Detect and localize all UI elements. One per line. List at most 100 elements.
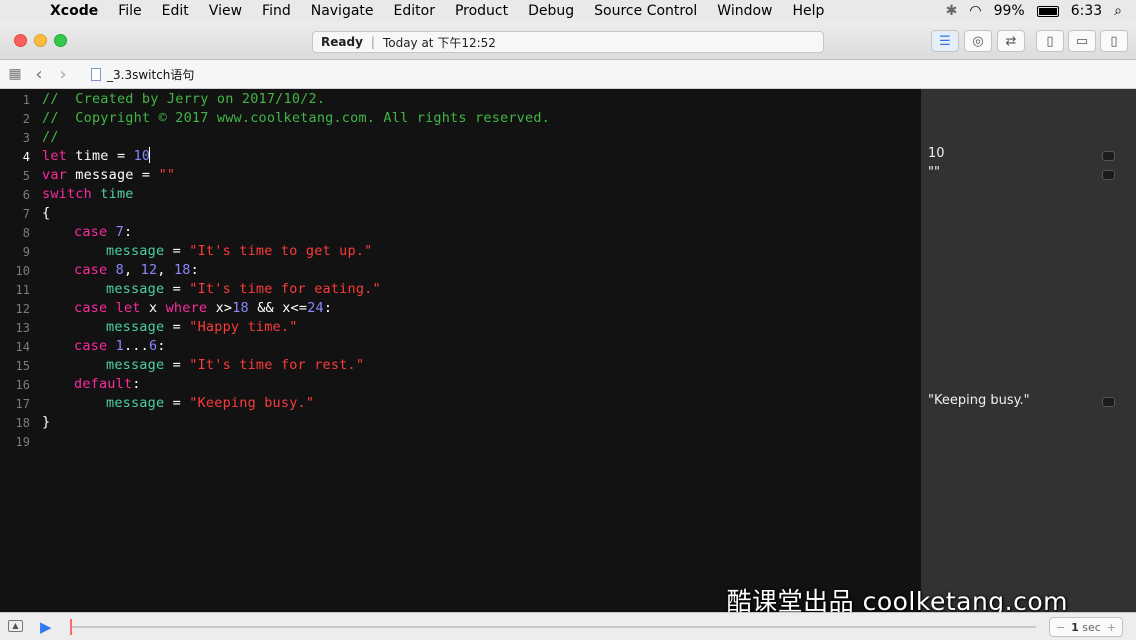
zoom-window-button[interactable]: [54, 34, 67, 47]
status-area: ✱ ◠ 99% 6:33 ⌕: [946, 0, 1136, 22]
close-window-button[interactable]: [14, 34, 27, 47]
line-number: 15: [15, 359, 30, 373]
assistant-editor-button[interactable]: ◎: [964, 30, 992, 52]
line-number: 17: [15, 397, 30, 411]
forward-chevron-icon[interactable]: ›: [51, 64, 75, 85]
menu-xcode[interactable]: Xcode: [40, 3, 108, 19]
timeline-track[interactable]: [70, 626, 1036, 628]
code-line: case 7:: [74, 224, 133, 240]
timeline-scrubber[interactable]: [70, 619, 72, 635]
code-line: // Copyright © 2017 www.coolketang.com. …: [42, 110, 550, 126]
menu-window[interactable]: Window: [707, 3, 782, 19]
result-line-5[interactable]: "": [928, 165, 940, 180]
code-line: message = "Keeping busy.": [106, 395, 315, 411]
line-number: 3: [22, 131, 30, 145]
stepper-decrement[interactable]: −: [1056, 621, 1065, 634]
battery-percent[interactable]: 99%: [994, 3, 1025, 19]
line-number: 6: [22, 188, 30, 202]
minimize-window-button[interactable]: [34, 34, 47, 47]
code-editor[interactable]: 1 2 3 4 5 6 7 8 9 10 11 12 13 14 15 16 17 18 19 // Created…: [0, 89, 921, 612]
swift-file-icon: [91, 67, 101, 81]
back-chevron-icon[interactable]: ‹: [27, 64, 51, 85]
window-toolbar: Ready | Today at 下午12:52 ☰ ◎ ⇄ ▯ ▭ ▯: [0, 22, 1136, 60]
code-line: message = "Happy time.": [106, 319, 298, 335]
result-line-17[interactable]: "Keeping busy.": [928, 393, 1030, 408]
menu-edit[interactable]: Edit: [152, 3, 199, 19]
status-time: Today at 下午12:52: [382, 35, 496, 50]
line-number: 18: [15, 416, 30, 430]
code-line: //: [42, 129, 59, 145]
jump-bar: ▦ ‹ › _3.3switch语句: [0, 60, 1136, 89]
menu-source-control[interactable]: Source Control: [584, 3, 707, 19]
code-line: }: [42, 414, 51, 430]
breadcrumb-file[interactable]: _3.3switch语句: [107, 66, 194, 83]
menu-bar: Xcode File Edit View Find Navigate Edito…: [0, 0, 1136, 22]
clock[interactable]: 6:33: [1071, 3, 1102, 19]
arrows-icon: ⇄: [1005, 33, 1017, 49]
line-number: 7: [22, 207, 30, 221]
text-cursor: [149, 147, 150, 163]
quick-look-icon[interactable]: [1102, 151, 1115, 161]
menu-debug[interactable]: Debug: [518, 3, 584, 19]
line-number: 19: [15, 435, 30, 449]
toggle-utilities-button[interactable]: ▯: [1100, 30, 1128, 52]
run-delay-stepper[interactable]: − 1 sec +: [1049, 617, 1123, 637]
line-number: 12: [15, 302, 30, 316]
line-number: 4: [22, 150, 30, 164]
line-number: 5: [22, 169, 30, 183]
toggle-debug-area-button[interactable]: ▭: [1068, 30, 1096, 52]
debug-bar: ▲ ▶ − 1 sec +: [0, 612, 1136, 640]
line-number: 10: [15, 264, 30, 278]
right-panel-icon: ▯: [1110, 33, 1118, 49]
menu-view[interactable]: View: [199, 3, 252, 19]
result-line-4[interactable]: 10: [928, 146, 945, 161]
circles-icon: ◎: [972, 33, 984, 49]
battery-icon[interactable]: [1036, 5, 1059, 17]
line-number: 2: [22, 112, 30, 126]
status-label: Ready: [321, 35, 363, 49]
code-line: message = "It's time for rest.": [106, 357, 365, 373]
code-line: // Created by Jerry on 2017/10/2.: [42, 91, 326, 107]
toggle-navigator-button[interactable]: ▯: [1036, 30, 1064, 52]
code-line: {: [42, 205, 51, 221]
menu-navigate[interactable]: Navigate: [301, 3, 384, 19]
code-line: default:: [74, 376, 141, 392]
line-number: 14: [15, 340, 30, 354]
line-number: 11: [15, 283, 30, 297]
lines-icon: ☰: [939, 33, 951, 49]
status-separator: |: [370, 35, 375, 49]
results-sidebar: 10 "" "Keeping busy.": [921, 89, 1136, 612]
code-line: message = "It's time to get up.": [106, 243, 373, 259]
menu-file[interactable]: File: [108, 3, 151, 19]
line-number: 16: [15, 378, 30, 392]
version-editor-button[interactable]: ⇄: [997, 30, 1025, 52]
code-line: var message = "": [42, 167, 176, 183]
line-number: 8: [22, 226, 30, 240]
activity-view: Ready | Today at 下午12:52: [312, 31, 824, 53]
line-number: 1: [22, 93, 30, 107]
menu-editor[interactable]: Editor: [384, 3, 445, 19]
bluetooth-icon[interactable]: ✱: [946, 3, 958, 19]
spotlight-search-icon[interactable]: ⌕: [1114, 3, 1122, 19]
stepper-increment[interactable]: +: [1107, 621, 1116, 634]
code-line: message = "It's time for eating.": [106, 281, 381, 297]
bottom-panel-icon: ▭: [1075, 33, 1089, 49]
quick-look-icon[interactable]: [1102, 170, 1115, 180]
code-line: case 8, 12, 18:: [74, 262, 199, 278]
menu-find[interactable]: Find: [252, 3, 301, 19]
related-items-grid-icon[interactable]: ▦: [3, 66, 27, 82]
run-playground-icon[interactable]: ▶: [40, 618, 52, 636]
line-number: 9: [22, 245, 30, 259]
menu-product[interactable]: Product: [445, 3, 518, 19]
left-panel-icon: ▯: [1046, 33, 1054, 49]
wifi-icon[interactable]: ◠: [969, 3, 981, 19]
show-debug-area-button[interactable]: ▲: [8, 620, 23, 632]
code-line: switch time: [42, 186, 134, 202]
line-number: 13: [15, 321, 30, 335]
stepper-value: 1 sec: [1071, 620, 1101, 634]
code-line: let time = 10: [42, 148, 151, 164]
standard-editor-button[interactable]: ☰: [931, 30, 959, 52]
code-line: case 1...6:: [74, 338, 166, 354]
quick-look-icon[interactable]: [1102, 397, 1115, 407]
menu-help[interactable]: Help: [783, 3, 835, 19]
